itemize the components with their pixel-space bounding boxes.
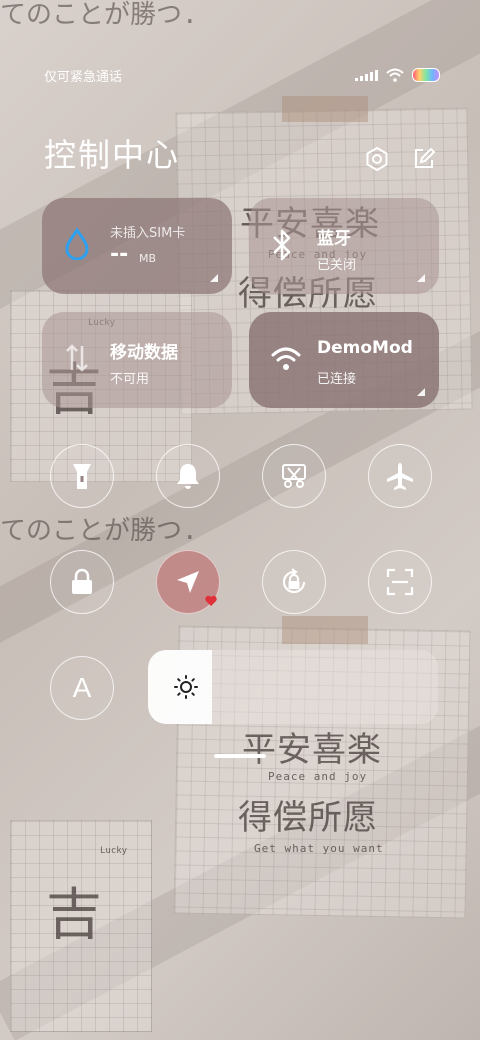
wifi-title: DemoMod [317, 338, 413, 358]
flashlight-icon [73, 464, 91, 489]
gear-icon[interactable] [364, 146, 390, 172]
scan-icon [386, 568, 414, 596]
scanner-toggle[interactable] [368, 550, 432, 614]
tile-corner-indicator [210, 274, 218, 282]
bell-icon [177, 464, 199, 489]
lock-toggle[interactable] [50, 550, 114, 614]
mobile-data-tile[interactable]: 移动数据 不可用 [42, 312, 232, 408]
flashlight-toggle[interactable] [50, 444, 114, 508]
sim-title: 未插入SIM卡 [110, 226, 186, 241]
sim-value: -- [110, 242, 129, 267]
page-title: 控制中心 [44, 136, 181, 174]
airplane-icon [387, 463, 413, 490]
sun-icon [174, 675, 198, 699]
sim-unit: MB [139, 252, 157, 265]
auto-brightness-icon: A [72, 672, 92, 703]
wifi-status-icon [386, 68, 404, 82]
rotation-lock-toggle[interactable] [262, 550, 326, 614]
wifi-status: 已连接 [317, 372, 357, 387]
tile-corner-indicator [417, 274, 425, 282]
bluetooth-title: 蓝牙 [317, 229, 351, 249]
heart-icon [205, 595, 217, 606]
bluetooth-status: 已关闭 [317, 258, 357, 273]
auto-brightness-toggle[interactable]: A [50, 656, 114, 720]
status-icons [355, 68, 440, 82]
carrier-label: 仅可紧急通话 [44, 70, 123, 85]
mobile-data-title: 移动数据 [110, 343, 178, 363]
scissors-icon [282, 464, 306, 488]
status-bar: 仅可紧急通话 [44, 66, 440, 86]
battery-icon [412, 68, 440, 82]
signal-icon [355, 69, 378, 81]
control-center: 仅可紧急通话 控制中心 未插入SIM卡 -- MB 蓝牙 已关闭 移动数据 不可… [0, 0, 480, 1040]
location-arrow-icon [177, 571, 199, 593]
rotation-lock-icon [282, 568, 306, 594]
wifi-tile[interactable]: DemoMod 已连接 [249, 312, 439, 408]
brightness-slider[interactable] [148, 650, 438, 724]
tile-corner-indicator [417, 388, 425, 396]
bluetooth-tile[interactable]: 蓝牙 已关闭 [249, 198, 439, 294]
bluetooth-icon [273, 229, 291, 261]
sim-data-tile[interactable]: 未插入SIM卡 -- MB [42, 198, 232, 294]
ringer-toggle[interactable] [156, 444, 220, 508]
edit-icon[interactable] [411, 146, 437, 172]
screenshot-toggle[interactable] [262, 444, 326, 508]
water-drop-icon [65, 228, 89, 260]
wifi-icon [271, 347, 301, 370]
lock-icon [72, 568, 92, 594]
location-toggle[interactable] [156, 550, 220, 614]
airplane-toggle[interactable] [368, 444, 432, 508]
home-indicator[interactable] [214, 754, 266, 758]
data-arrows-icon [66, 344, 88, 372]
mobile-data-status: 不可用 [110, 372, 150, 387]
